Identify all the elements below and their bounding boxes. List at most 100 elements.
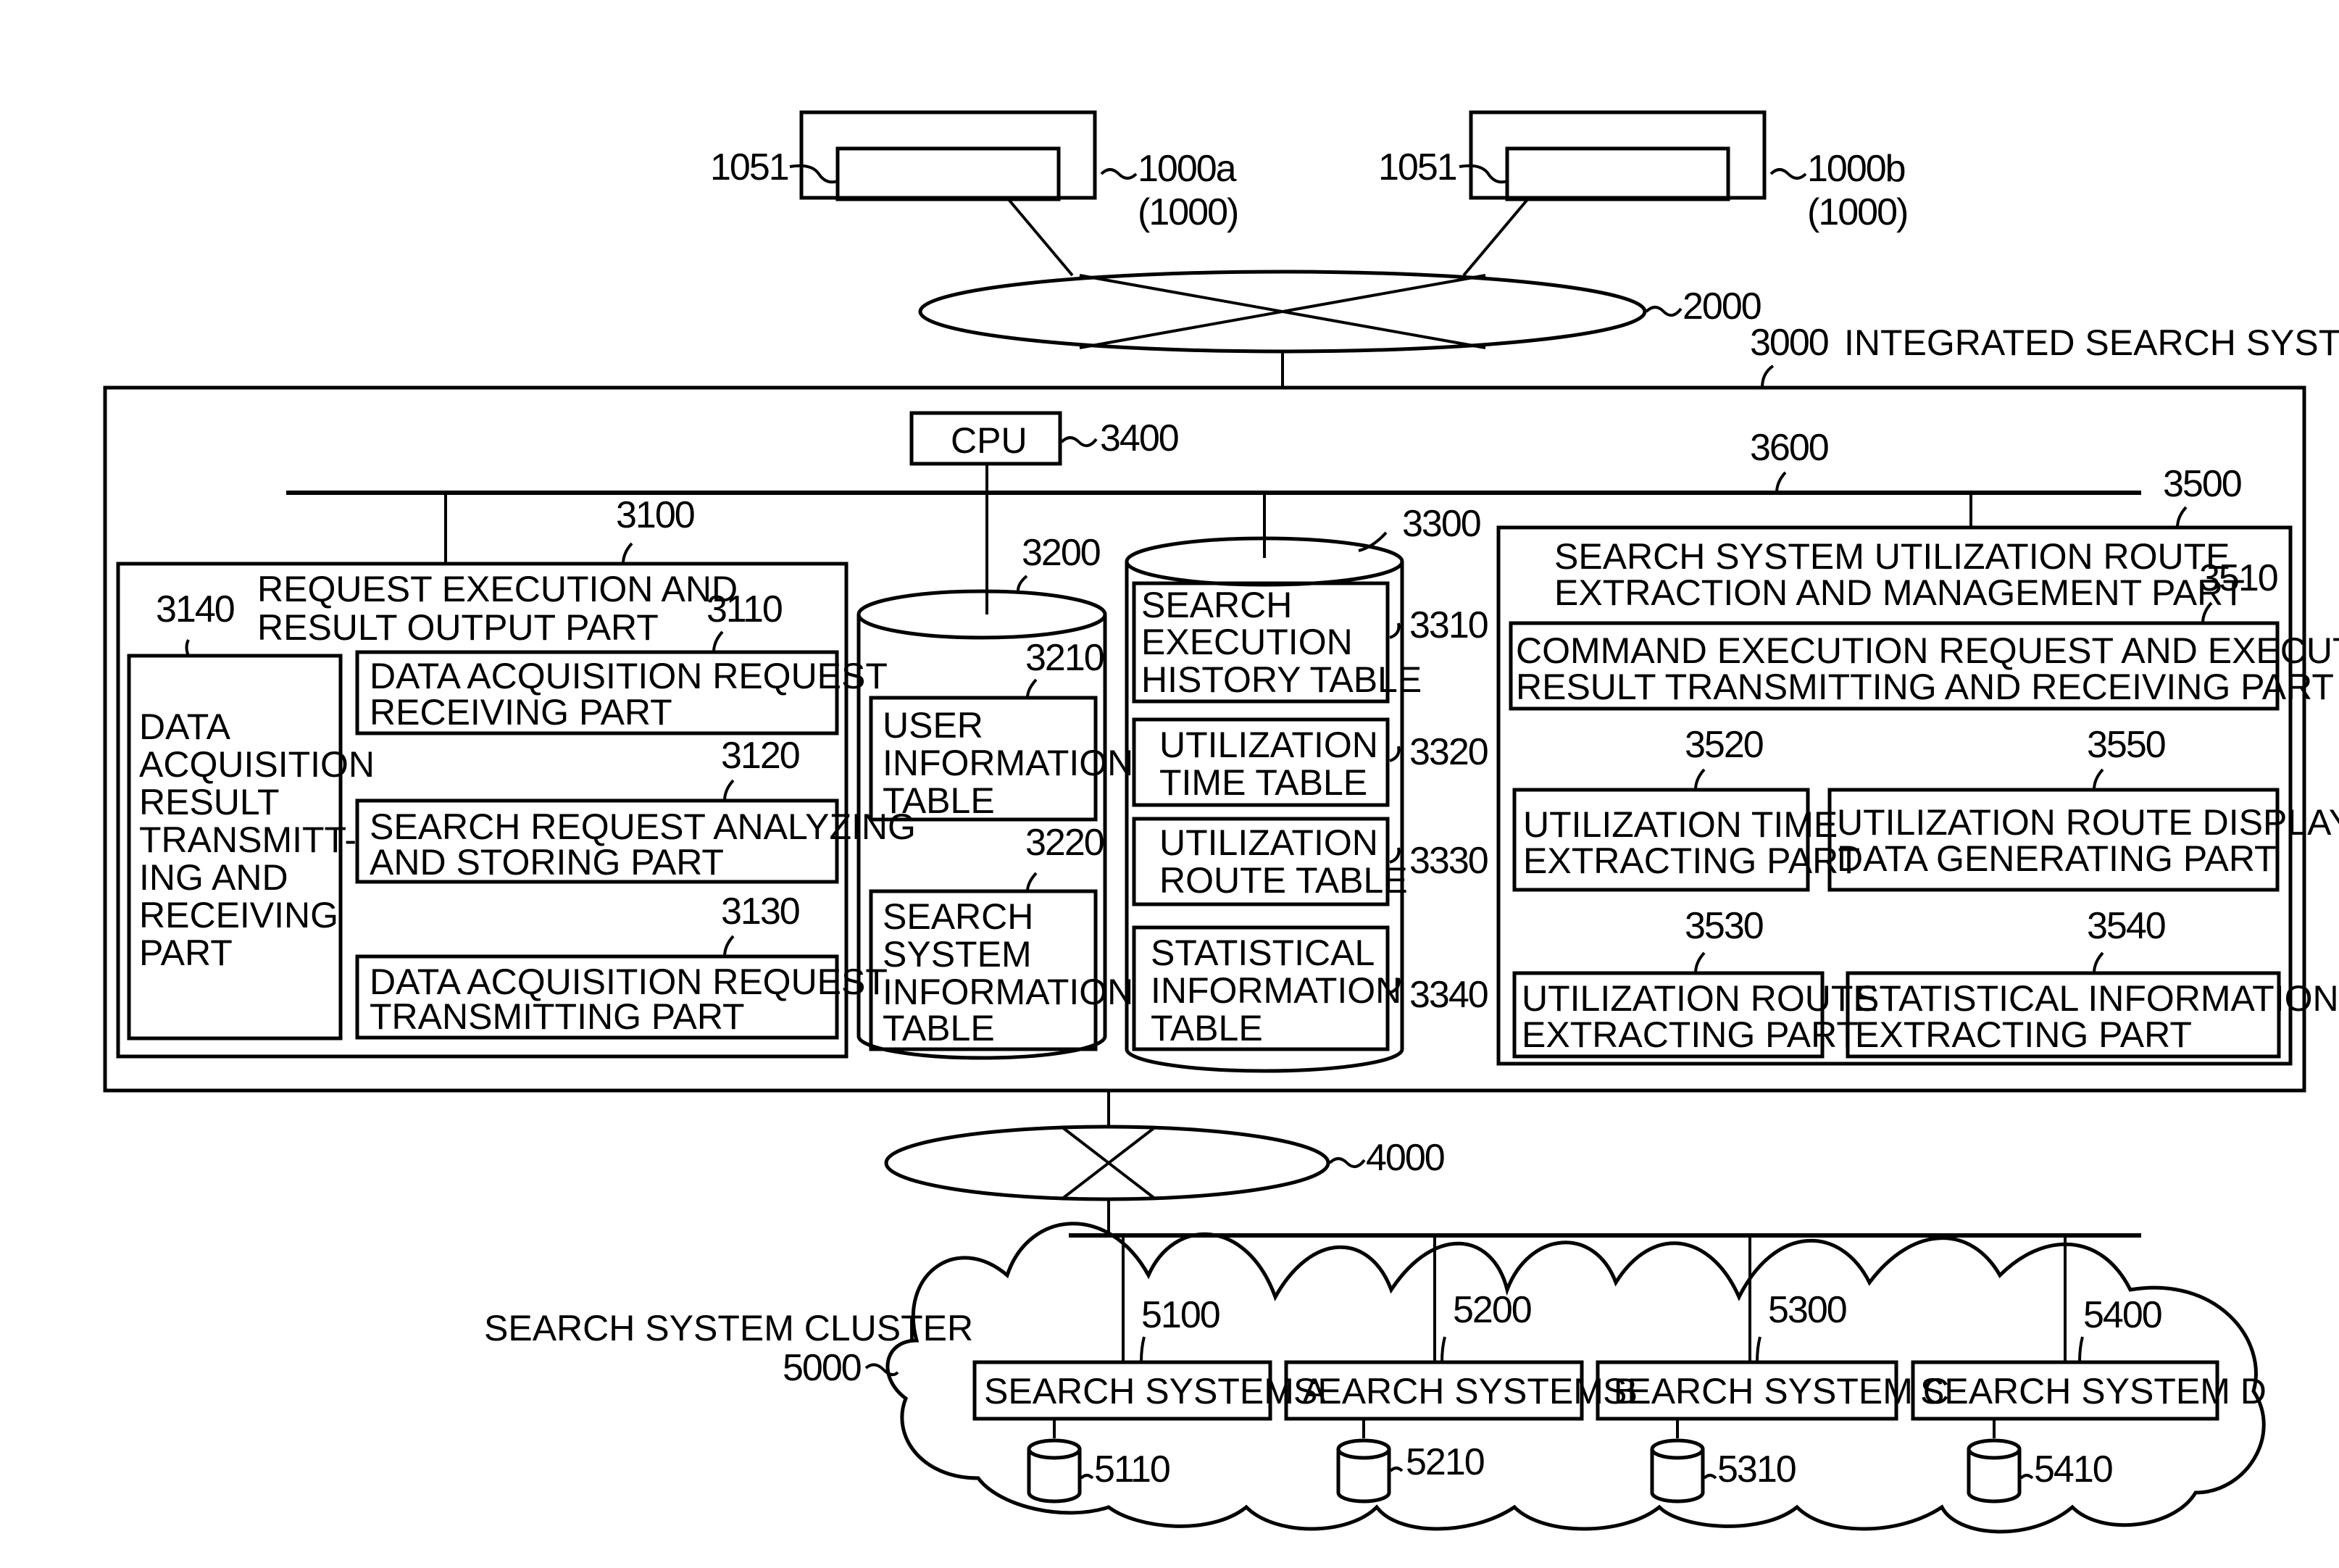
label-text: TRANSMITT- <box>139 820 357 860</box>
diagram-shape <box>1389 746 1401 762</box>
label-text: REQUEST EXECUTION AND <box>257 569 738 609</box>
label-text: 3400 <box>1100 417 1178 459</box>
diagram-shape <box>856 589 1107 640</box>
label-text: 3520 <box>1685 724 1763 766</box>
cpu-3400: CPU 3400 <box>909 411 1180 466</box>
label-text: 5400 <box>2083 1294 2161 1336</box>
label-text: UTILIZATION ROUTE DISPLAY <box>1837 802 2339 843</box>
search-system-d: 5400 SEARCH SYSTEM D 5410 <box>1911 1235 2267 1504</box>
connector-line <box>1462 196 1530 277</box>
request-execution-part-3100: 3100 REQUEST EXECUTION AND RESULT OUTPUT… <box>116 494 916 1059</box>
label-text: 3140 <box>156 588 234 630</box>
diagram-shape <box>1645 306 1683 317</box>
label-text: RESULT <box>139 782 280 822</box>
label-text: DATA <box>139 706 231 747</box>
label-text: INFORMATION <box>883 743 1133 783</box>
diagram-shape <box>2093 951 2104 974</box>
database-3300: 3300 SEARCH EXECUTION HISTORY TABLE 3310… <box>1125 503 1489 1073</box>
network-2000: 2000 <box>918 270 1762 354</box>
diagram-shape <box>1440 1336 1446 1363</box>
label-text: RECEIVING <box>139 895 338 935</box>
label-text: DATA GENERATING PART <box>1837 838 2277 879</box>
label-text: UTILIZATION ROUTE <box>1522 978 1877 1019</box>
label-text: STATISTICAL INFORMATION <box>1855 978 2339 1019</box>
diagram-shape <box>1027 1438 1082 1460</box>
diagram-shape <box>1060 436 1098 448</box>
diagram-shape <box>2078 1336 2084 1363</box>
diagram-shape <box>1761 364 1775 388</box>
label-text: 3530 <box>1685 905 1763 947</box>
label-text: EXECUTION <box>1141 622 1353 662</box>
search-system-b: 5200 SEARCH SYSTEM B 5210 <box>1284 1235 1638 1504</box>
diagram-shape <box>1026 678 1038 698</box>
diagram-shape <box>1469 110 1767 200</box>
label-text: TIME TABLE <box>1159 762 1367 803</box>
label-text: RESULT OUTPUT PART <box>257 607 659 648</box>
diagram-shape <box>1026 872 1038 892</box>
label-text: 3200 <box>1022 532 1100 574</box>
label-text: ACQUISITION <box>139 744 375 785</box>
diagram-shape <box>1328 1157 1366 1169</box>
search-system-c: 5300 SEARCH SYSTEM C 5310 <box>1596 1235 1949 1504</box>
diagram-shape <box>1756 1336 1761 1363</box>
label-text: ROUTE TABLE <box>1159 860 1408 901</box>
diagram-shape <box>1017 575 1028 591</box>
label-text: 5310 <box>1717 1448 1796 1490</box>
label-text: PART <box>139 933 233 973</box>
label-text: 3500 <box>2163 463 2241 505</box>
diagram-shape <box>799 110 1097 200</box>
diagram-shape <box>1080 1474 1094 1480</box>
diagram-shape <box>1505 146 1730 201</box>
diagram-shape <box>1389 622 1401 639</box>
terminal-ref: 1000b <box>1807 148 1905 190</box>
diagram-shape <box>2093 768 2104 791</box>
label-text: UTILIZATION <box>1159 725 1378 765</box>
label-text: SEARCH SYSTEM UTILIZATION ROUTE <box>1554 536 2230 577</box>
diagram-shape <box>1650 1438 1705 1460</box>
label-text: 5100 <box>1141 1294 1219 1336</box>
label-text: UTILIZATION <box>1159 822 1378 863</box>
label-text: INFORMATION <box>1151 970 1401 1011</box>
label-text: SEARCH <box>1141 585 1292 625</box>
diagram-shape <box>1694 951 1706 974</box>
diagram-shape <box>1769 168 1807 180</box>
label-text: CPU <box>951 420 1027 461</box>
label-text: TABLE <box>883 1008 995 1048</box>
label-text: 3130 <box>721 891 799 933</box>
terminal-display-ref: 1051 <box>710 146 788 188</box>
label-text: SEARCH SYSTEM D <box>1920 1371 2267 1411</box>
diagram-shape <box>723 935 735 957</box>
label-text: SEARCH SYSTEM A <box>984 1371 1327 1411</box>
diagram-shape <box>789 164 838 184</box>
diagram-shape <box>1775 471 1787 493</box>
label-text: 3110 <box>706 588 782 630</box>
label-text: EXTRACTING PART <box>1523 841 1860 881</box>
label-text: 3340 <box>1409 974 1488 1016</box>
label-text: 2000 <box>1683 285 1761 328</box>
diagram-shape <box>835 146 1061 201</box>
label-text: TRANSMITTING PART <box>370 996 745 1037</box>
system-diagram: 1051 1000a (1000) 1051 1000b (1000) 2000… <box>103 110 2339 1534</box>
label-text: STATISTICAL <box>1151 933 1375 973</box>
label-text: 5300 <box>1768 1289 1846 1331</box>
diagram-shape <box>1967 1438 2022 1460</box>
label-text: EXTRACTION AND MANAGEMENT PART <box>1554 572 2245 613</box>
label-text: AND STORING PART <box>370 842 724 883</box>
label-text: UTILIZATION TIME <box>1523 804 1838 845</box>
database-3200: 3200 3210 USER INFORMATION TABLE 3220 SE… <box>856 532 1133 1060</box>
route-extraction-part-3500: 3500 SEARCH SYSTEM UTILIZATION ROUTE EXT… <box>1496 463 2339 1066</box>
label-text: COMMAND EXECUTION REQUEST AND EXECUTION <box>1516 630 2339 671</box>
diagram-shape <box>2019 1474 2034 1480</box>
diagram-shape <box>2176 506 2188 528</box>
label-text: EXTRACTING PART <box>1522 1014 1859 1055</box>
diagram-shape <box>185 639 190 656</box>
diagram-shape <box>1389 1467 1404 1472</box>
label-text: 3310 <box>1409 604 1488 646</box>
label-text: 5000 <box>783 1347 861 1389</box>
label-text: SEARCH SYSTEM B <box>1293 1371 1638 1411</box>
diagram-shape <box>1694 768 1706 791</box>
label-text: RECEIVING PART <box>370 692 672 733</box>
label-text: SEARCH REQUEST ANALYZING <box>370 806 916 847</box>
diagram-shape <box>1703 1474 1717 1480</box>
terminal-group: (1000) <box>1138 191 1238 233</box>
